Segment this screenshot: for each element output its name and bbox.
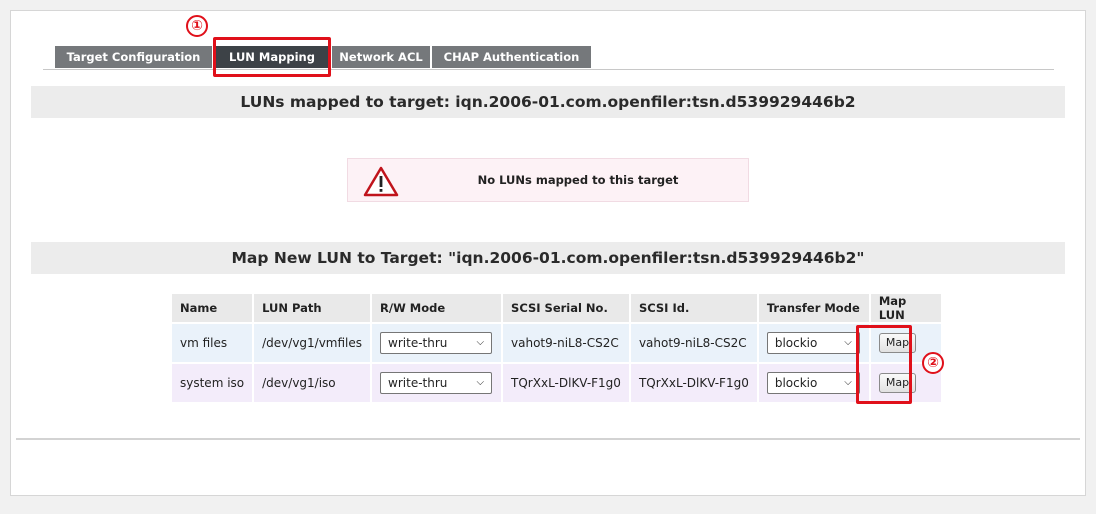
col-lun-path: LUN Path	[254, 294, 371, 322]
map-new-lun-header: Map New LUN to Target: "iqn.2006-01.com.…	[31, 242, 1065, 274]
lun-mapping-tab-highlight	[213, 37, 331, 77]
col-map-lun: Map LUN	[870, 294, 941, 322]
chevron-down-icon: ⌵	[844, 377, 852, 388]
col-scsi-serial: SCSI Serial No.	[503, 294, 629, 322]
rw-mode-cell: write-thru ⌵	[372, 324, 502, 362]
tab-target-configuration[interactable]: Target Configuration	[55, 46, 213, 68]
tab-chap-authentication[interactable]: CHAP Authentication	[432, 46, 592, 68]
no-luns-alert: No LUNs mapped to this target	[347, 158, 749, 202]
transfer-mode-value: blockio	[774, 376, 818, 390]
transfer-mode-cell: blockio ⌵	[758, 324, 869, 362]
table-row: system iso /dev/vg1/iso write-thru ⌵ TQr…	[172, 364, 941, 402]
transfer-mode-value: blockio	[774, 336, 818, 350]
chevron-down-icon: ⌵	[476, 337, 485, 348]
chevron-down-icon: ⌵	[476, 377, 485, 388]
footer-divider	[16, 438, 1080, 440]
scsi-serial: vahot9-niL8-CS2C	[503, 324, 629, 362]
lun-path: /dev/vg1/iso	[254, 364, 371, 402]
step-1-marker: ①	[186, 15, 208, 37]
rw-mode-cell: write-thru ⌵	[372, 364, 502, 402]
lun-path: /dev/vg1/vmfiles	[254, 324, 371, 362]
col-scsi-id: SCSI Id.	[630, 294, 757, 322]
tab-network-acl[interactable]: Network ACL	[332, 46, 431, 68]
step-2-marker: ②	[922, 352, 944, 374]
map-buttons-highlight	[856, 325, 912, 404]
rw-mode-select[interactable]: write-thru ⌵	[380, 372, 493, 394]
table-row: vm files /dev/vg1/vmfiles write-thru ⌵ v…	[172, 324, 941, 362]
rw-mode-select[interactable]: write-thru ⌵	[380, 332, 493, 354]
scsi-serial: TQrXxL-DlKV-F1g0	[503, 364, 629, 402]
transfer-mode-select[interactable]: blockio ⌵	[766, 372, 860, 394]
lun-name: vm files	[172, 324, 253, 362]
lun-table: Name LUN Path R/W Mode SCSI Serial No. S…	[170, 292, 943, 404]
scsi-id: TQrXxL-DlKV-F1g0	[630, 364, 757, 402]
tab-bar: Target Configuration LUN Mapping Network…	[43, 46, 1054, 70]
table-header-row: Name LUN Path R/W Mode SCSI Serial No. S…	[172, 294, 941, 322]
lun-name: system iso	[172, 364, 253, 402]
mapped-luns-header: LUNs mapped to target: iqn.2006-01.com.o…	[31, 86, 1065, 118]
rw-mode-value: write-thru	[388, 376, 448, 390]
col-transfer-mode: Transfer Mode	[758, 294, 869, 322]
scsi-id: vahot9-niL8-CS2C	[630, 324, 757, 362]
chevron-down-icon: ⌵	[844, 337, 852, 348]
transfer-mode-select[interactable]: blockio ⌵	[766, 332, 860, 354]
alert-message: No LUNs mapped to this target	[477, 173, 679, 187]
col-name: Name	[172, 294, 253, 322]
rw-mode-value: write-thru	[388, 336, 448, 350]
col-rw-mode: R/W Mode	[372, 294, 502, 322]
warning-triangle-icon	[363, 166, 399, 197]
transfer-mode-cell: blockio ⌵	[758, 364, 869, 402]
